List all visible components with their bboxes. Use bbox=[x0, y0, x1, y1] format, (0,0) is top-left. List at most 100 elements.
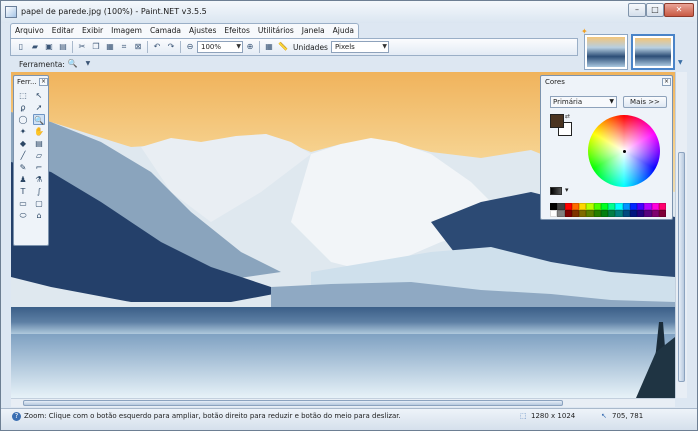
zoom-dropdown[interactable]: 100% ▼ bbox=[197, 41, 243, 53]
cut-icon[interactable]: ✂ bbox=[77, 42, 87, 52]
default-colors-icon[interactable] bbox=[550, 187, 562, 195]
more-colors-button[interactable]: Mais >> bbox=[623, 96, 667, 108]
palette-swatch[interactable] bbox=[579, 203, 587, 210]
move-selection-icon[interactable]: ↖ bbox=[33, 90, 45, 101]
horizontal-scroll-thumb[interactable] bbox=[23, 400, 563, 406]
move-selected-icon[interactable]: ➚ bbox=[33, 102, 45, 113]
palette-swatch[interactable] bbox=[622, 210, 630, 217]
rulers-icon[interactable]: 📏 bbox=[278, 42, 288, 52]
palette-swatch[interactable] bbox=[629, 210, 637, 217]
vertical-scroll-thumb[interactable] bbox=[678, 152, 685, 382]
menu-exibir[interactable]: Exibir bbox=[78, 24, 107, 38]
paste-icon[interactable]: ▦ bbox=[105, 42, 115, 52]
paint-bucket-icon[interactable]: ◆ bbox=[17, 138, 29, 149]
palette-swatch[interactable] bbox=[593, 210, 601, 217]
gradient-icon[interactable]: ▤ bbox=[33, 138, 45, 149]
swap-colors-icon[interactable]: ⇄ bbox=[565, 113, 570, 120]
units-dropdown[interactable]: Pixels ▼ bbox=[330, 41, 389, 53]
color-mode-dropdown[interactable]: Primária ▼ bbox=[550, 96, 617, 108]
colors-panel-close-button[interactable]: × bbox=[662, 78, 671, 86]
line-curve-icon[interactable]: ∫ bbox=[33, 186, 45, 197]
copy-icon[interactable]: ❐ bbox=[91, 42, 101, 52]
magic-wand-icon[interactable]: ✦ bbox=[17, 126, 29, 137]
minimize-button[interactable]: – bbox=[628, 3, 646, 17]
palette-swatch[interactable] bbox=[629, 203, 637, 210]
vertical-scrollbar[interactable] bbox=[675, 72, 687, 398]
menu-ajuda[interactable]: Ajuda bbox=[329, 24, 358, 38]
palette-swatch[interactable] bbox=[593, 203, 601, 210]
lasso-select-icon[interactable]: ϼ bbox=[17, 102, 29, 113]
open-file-icon[interactable]: ▰ bbox=[30, 42, 40, 52]
chevron-down-icon[interactable]: ▼ bbox=[83, 59, 93, 69]
menu-janela[interactable]: Janela bbox=[298, 24, 329, 38]
palette-swatch[interactable] bbox=[586, 203, 594, 210]
palette-swatch[interactable] bbox=[579, 210, 587, 217]
palette-swatch[interactable] bbox=[564, 203, 572, 210]
thumbnail-scroll-icon[interactable]: ▼ bbox=[678, 59, 683, 66]
zoom-tool-icon[interactable]: 🔍 bbox=[68, 59, 78, 69]
palette-swatch[interactable] bbox=[571, 203, 579, 210]
palette-swatch[interactable] bbox=[557, 203, 565, 210]
palette-swatch[interactable] bbox=[600, 210, 608, 217]
palette-swatch[interactable] bbox=[557, 210, 565, 217]
ellipse-select-icon[interactable]: ◯ bbox=[17, 114, 29, 125]
palette-swatch[interactable] bbox=[622, 203, 630, 210]
print-icon[interactable]: ▤ bbox=[58, 42, 68, 52]
text-icon[interactable]: T bbox=[17, 186, 29, 197]
menu-arquivo[interactable]: Arquivo bbox=[11, 24, 48, 38]
deselect-icon[interactable]: ⊠ bbox=[133, 42, 143, 52]
recolor-icon[interactable]: ⚗ bbox=[33, 174, 45, 185]
clone-stamp-icon[interactable]: ♟ bbox=[17, 174, 29, 185]
palette-swatch[interactable] bbox=[637, 210, 645, 217]
redo-icon[interactable]: ↷ bbox=[166, 42, 176, 52]
palette-swatch[interactable] bbox=[608, 203, 616, 210]
menu-ajustes[interactable]: Ajustes bbox=[185, 24, 220, 38]
tools-panel-close-button[interactable]: × bbox=[39, 78, 48, 86]
palette-swatch[interactable] bbox=[644, 203, 652, 210]
palette-swatch[interactable] bbox=[608, 210, 616, 217]
palette-swatch[interactable] bbox=[651, 203, 659, 210]
rounded-rectangle-icon[interactable]: ▢ bbox=[33, 198, 45, 209]
eraser-icon[interactable]: ▱ bbox=[33, 150, 45, 161]
menu-utilitarios[interactable]: Utilitários bbox=[254, 24, 298, 38]
freeform-shape-icon[interactable]: ⌂ bbox=[33, 210, 45, 221]
palette-swatch[interactable] bbox=[658, 210, 666, 217]
grid-icon[interactable]: ▦ bbox=[264, 42, 274, 52]
zoom-in-icon[interactable]: ⊕ bbox=[245, 42, 255, 52]
crop-icon[interactable]: ⌗ bbox=[119, 42, 129, 52]
palette-swatch[interactable] bbox=[550, 203, 558, 210]
ellipse-icon[interactable]: ⬭ bbox=[17, 210, 29, 221]
new-file-icon[interactable]: ▯ bbox=[16, 42, 26, 52]
save-icon[interactable]: ▣ bbox=[44, 42, 54, 52]
undo-icon[interactable]: ↶ bbox=[152, 42, 162, 52]
rectangle-icon[interactable]: ▭ bbox=[17, 198, 29, 209]
palette-swatch[interactable] bbox=[651, 210, 659, 217]
palette-swatch[interactable] bbox=[600, 203, 608, 210]
palette-swatch[interactable] bbox=[637, 203, 645, 210]
palette-swatch[interactable] bbox=[658, 203, 666, 210]
palette-swatch[interactable] bbox=[571, 210, 579, 217]
palette-menu-icon[interactable]: ▾ bbox=[565, 186, 569, 194]
image-tab-thumbnail-active[interactable] bbox=[631, 34, 675, 70]
image-tab-thumbnail[interactable] bbox=[584, 34, 628, 70]
rectangle-select-icon[interactable]: ⬚ bbox=[17, 90, 29, 101]
palette-swatch[interactable] bbox=[586, 210, 594, 217]
palette-swatch[interactable] bbox=[564, 210, 572, 217]
menu-imagem[interactable]: Imagem bbox=[107, 24, 146, 38]
horizontal-scrollbar[interactable] bbox=[11, 398, 675, 407]
color-picker-icon[interactable]: ⌐ bbox=[33, 162, 45, 173]
paintbrush-icon[interactable]: ╱ bbox=[17, 150, 29, 161]
palette-swatch[interactable] bbox=[550, 210, 558, 217]
primary-color-swatch[interactable] bbox=[550, 114, 564, 128]
maximize-button[interactable]: □ bbox=[646, 3, 664, 17]
pencil-icon[interactable]: ✎ bbox=[17, 162, 29, 173]
pan-icon[interactable]: ✋ bbox=[33, 126, 45, 137]
zoom-out-icon[interactable]: ⊖ bbox=[185, 42, 195, 52]
zoom-icon[interactable]: 🔍 bbox=[33, 114, 45, 125]
menu-efeitos[interactable]: Efeitos bbox=[220, 24, 254, 38]
close-button[interactable]: ✕ bbox=[664, 3, 694, 17]
menu-editar[interactable]: Editar bbox=[48, 24, 78, 38]
menu-camada[interactable]: Camada bbox=[146, 24, 185, 38]
palette-swatch[interactable] bbox=[615, 210, 623, 217]
palette-swatch[interactable] bbox=[644, 210, 652, 217]
